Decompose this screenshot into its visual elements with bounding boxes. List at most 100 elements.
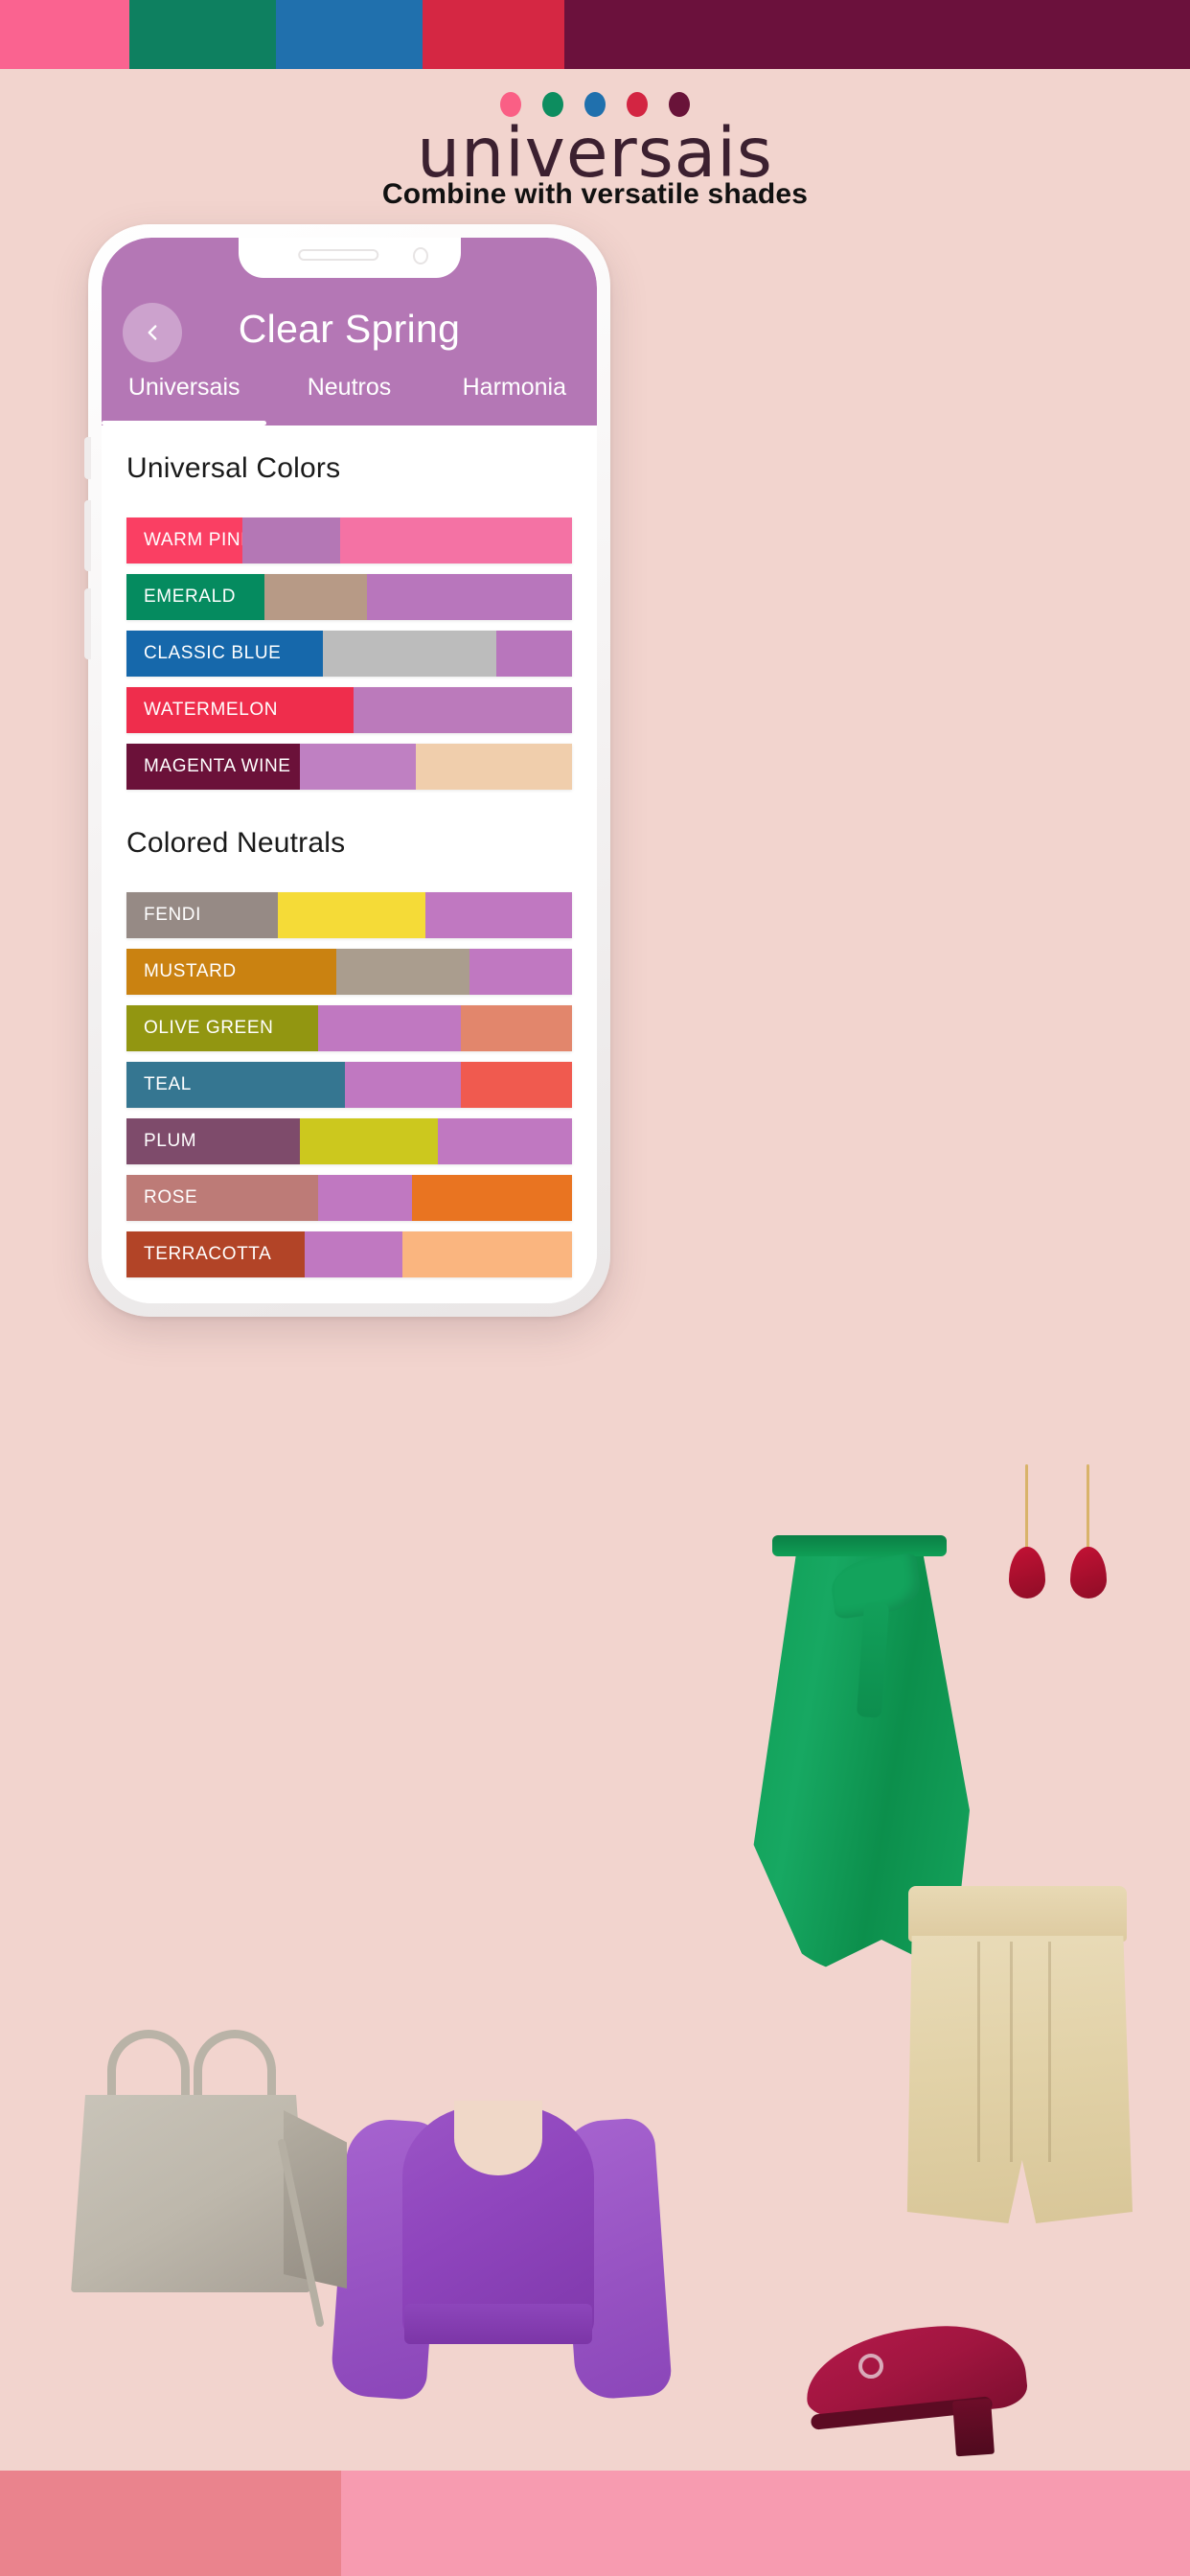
beige-shorts xyxy=(903,1886,1133,2231)
poster-root: universais Combine with versatile shades… xyxy=(0,0,1190,2576)
palette-primary-swatch: TERRACOTTA xyxy=(126,1231,305,1277)
red-drop-earrings xyxy=(1006,1464,1121,1646)
skirt-waistband xyxy=(772,1535,947,1556)
palette-companion-swatch xyxy=(354,687,572,733)
front-camera-icon xyxy=(412,247,428,264)
palette-companion-swatch xyxy=(300,744,417,790)
palette-companion-swatch xyxy=(495,631,572,677)
shorts-pleat xyxy=(1048,1942,1051,2162)
palette-primary-swatch: EMERALD xyxy=(126,574,265,620)
palette-companion-swatch xyxy=(416,744,572,790)
palette-color-label: MAGENTA WINE xyxy=(144,756,291,776)
palette-row[interactable]: MUSTARD xyxy=(126,949,572,995)
earring-drop xyxy=(1070,1547,1107,1598)
palette-companion-swatch xyxy=(469,949,572,995)
palette-primary-swatch: ROSE xyxy=(126,1175,318,1221)
shorts-legs xyxy=(906,1936,1133,2223)
blouse-neckline xyxy=(454,2101,542,2175)
palette-row[interactable]: MAGENTA WINE xyxy=(126,744,572,790)
blouse-waistband xyxy=(404,2304,592,2344)
palette-companion-swatch xyxy=(460,1005,572,1051)
palette-companion-swatch xyxy=(460,1062,572,1108)
palette-list-1: FENDI MUSTARD OLIVE GREEN TEAL PLUM ROSE TERRA… xyxy=(103,860,595,1277)
palette-color-label: ROSE xyxy=(144,1187,198,1208)
palette-color-label: MUSTARD xyxy=(144,961,237,981)
palette-color-label: FENDI xyxy=(144,905,201,925)
palette-primary-swatch: FENDI xyxy=(126,892,279,938)
palette-primary-swatch: MUSTARD xyxy=(126,949,336,995)
top-color-strip xyxy=(0,0,1190,69)
shoe-buckle-icon xyxy=(858,2354,883,2379)
palette-companion-swatch xyxy=(411,1175,572,1221)
bottom-strip-segment-rose-light xyxy=(341,2471,1190,2576)
brand-subtitle: Combine with versatile shades xyxy=(381,178,809,210)
top-strip-segment-magenta-wine xyxy=(563,0,1190,69)
tab-harmonia[interactable]: Harmonia xyxy=(432,372,597,426)
palette-companion-swatch xyxy=(305,1231,403,1277)
palette-list-0: WARM PINK EMERALD CLASSIC BLUE WATERMELON MA… xyxy=(103,485,595,790)
top-strip-segment-emerald xyxy=(129,0,277,69)
palette-row[interactable]: TERRACOTTA xyxy=(126,1231,572,1277)
palette-primary-swatch: MAGENTA WINE xyxy=(126,744,301,790)
bottom-strip-segment-rose-dark xyxy=(0,2471,342,2576)
palette-row[interactable]: FENDI xyxy=(126,892,572,938)
tab-label: Neutros xyxy=(307,374,392,401)
earring-wire xyxy=(1087,1464,1089,1556)
burgundy-flat-shoe xyxy=(800,2317,1044,2472)
palette-companion-swatch xyxy=(241,518,341,564)
section-title-0: Universal Colors xyxy=(126,452,341,484)
palette-companion-swatch xyxy=(322,631,496,677)
palette-color-label: OLIVE GREEN xyxy=(144,1018,274,1038)
palette-companion-swatch xyxy=(317,1175,412,1221)
palette-companion-swatch xyxy=(300,1118,439,1164)
bottom-color-strip xyxy=(0,2471,1190,2576)
earring-drop xyxy=(1009,1547,1045,1598)
palette-primary-swatch: WATERMELON xyxy=(126,687,355,733)
shorts-waistband xyxy=(908,1886,1127,1942)
palette-color-label: CLASSIC BLUE xyxy=(144,643,282,663)
app-content: Universal Colors WARM PINK EMERALD CLASSIC … xyxy=(102,426,597,1303)
palette-companion-swatch xyxy=(424,892,572,938)
section-title-1: Colored Neutrals xyxy=(126,827,346,859)
palette-row[interactable]: OLIVE GREEN xyxy=(126,1005,572,1051)
palette-row[interactable]: WATERMELON xyxy=(126,687,572,733)
palette-primary-swatch: OLIVE GREEN xyxy=(126,1005,318,1051)
tab-label: Harmonia xyxy=(462,374,566,401)
page-title: Clear Spring xyxy=(238,307,461,351)
palette-companion-swatch xyxy=(438,1118,572,1164)
palette-row[interactable]: PLUM xyxy=(126,1118,572,1164)
tab-bar: Universais Neutros Harmonia xyxy=(102,372,597,426)
palette-primary-swatch: PLUM xyxy=(126,1118,301,1164)
palette-companion-swatch xyxy=(317,1005,461,1051)
shorts-pleat xyxy=(977,1942,980,2162)
palette-row[interactable]: CLASSIC BLUE xyxy=(126,631,572,677)
palette-row[interactable]: EMERALD xyxy=(126,574,572,620)
palette-companion-swatch xyxy=(367,574,572,620)
tab-neutros[interactable]: Neutros xyxy=(266,372,431,426)
palette-companion-swatch xyxy=(278,892,425,938)
palette-primary-swatch: TEAL xyxy=(126,1062,345,1108)
bag-body xyxy=(71,2095,310,2292)
shorts-pleat xyxy=(1010,1942,1013,2162)
palette-primary-swatch: CLASSIC BLUE xyxy=(126,631,323,677)
palette-row[interactable]: WARM PINK xyxy=(126,518,572,564)
palette-companion-swatch xyxy=(335,949,470,995)
phone-mockup: Clear Spring Universais Neutros Harmonia U… xyxy=(84,224,610,1317)
phone-side-button-volume-up xyxy=(84,500,91,571)
phone-side-button-volume-down xyxy=(84,588,91,659)
tab-label: Universais xyxy=(127,374,240,401)
speaker-icon xyxy=(297,249,378,261)
earring-wire xyxy=(1025,1464,1028,1556)
grey-handbag xyxy=(57,2022,355,2338)
palette-companion-swatch xyxy=(264,574,368,620)
palette-row[interactable]: TEAL xyxy=(126,1062,572,1108)
palette-color-label: EMERALD xyxy=(144,586,237,607)
palette-color-label: PLUM xyxy=(144,1131,197,1151)
app-header: Clear Spring Universais Neutros Harmonia xyxy=(102,238,597,426)
palette-row[interactable]: ROSE xyxy=(126,1175,572,1221)
palette-color-label: TERRACOTTA xyxy=(144,1244,272,1264)
tab-universais[interactable]: Universais xyxy=(102,372,267,426)
palette-color-label: TEAL xyxy=(144,1074,192,1094)
phone-notch xyxy=(238,238,461,278)
palette-companion-swatch xyxy=(340,518,572,564)
